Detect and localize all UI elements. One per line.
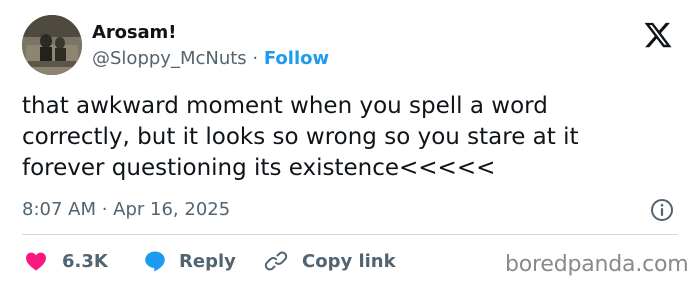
tweet-timestamp[interactable]: 8:07 AM · Apr 16, 2025 — [22, 199, 230, 220]
author-handle[interactable]: @Sloppy_McNuts — [92, 48, 247, 69]
author-avatar[interactable] — [22, 15, 82, 75]
heart-icon — [26, 252, 46, 271]
speech-bubble-icon — [145, 251, 165, 272]
watermark: boredpanda.com — [505, 252, 689, 277]
author-display-name[interactable]: Arosam! — [92, 22, 176, 43]
reply-button[interactable]: Reply — [143, 249, 236, 273]
tweet-text-line: that awkward moment when you spell a wor… — [22, 93, 548, 119]
like-button[interactable]: 6.3K — [24, 249, 108, 273]
tweet-text: that awkward moment when you spell a wor… — [22, 91, 682, 184]
x-logo-icon[interactable] — [642, 20, 674, 50]
copy-link-label: Copy link — [302, 250, 396, 272]
avatar-photo — [22, 15, 82, 75]
link-icon — [264, 251, 288, 271]
reply-label: Reply — [179, 250, 236, 272]
tweet-text-line: correctly, but it looks so wrong so you … — [22, 124, 579, 150]
follow-button[interactable]: Follow — [264, 48, 329, 69]
like-count: 6.3K — [62, 250, 108, 272]
divider — [22, 234, 678, 235]
handle-separator: · — [246, 48, 264, 69]
info-icon[interactable] — [650, 198, 674, 222]
tweet-text-line: forever questioning its existence<<<<< — [22, 155, 496, 181]
copy-link-button[interactable]: Copy link — [264, 249, 396, 273]
author-handle-row: @Sloppy_McNuts · Follow — [92, 48, 329, 69]
